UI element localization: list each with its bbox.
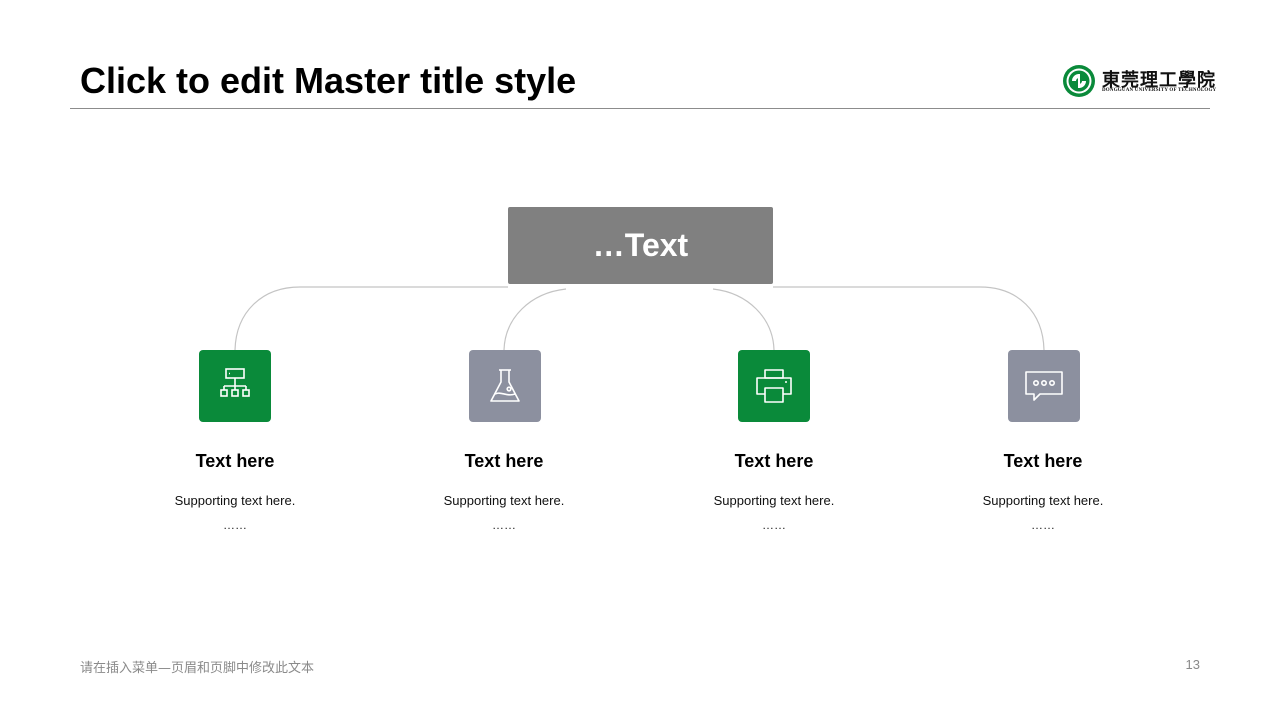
item-4-ellipsis: ……: [1031, 518, 1055, 532]
flask-icon: [490, 369, 520, 402]
connector-line-3: [712, 288, 775, 351]
item-3-ellipsis: ……: [762, 518, 786, 532]
printer-icon: [756, 369, 792, 403]
connector-line-2: [503, 288, 567, 351]
connector-lines: [234, 286, 1045, 351]
connector-line-4: [773, 286, 1045, 351]
item-1-title[interactable]: Text here: [125, 451, 345, 472]
item-1-supporting-text[interactable]: Supporting text here.: [125, 493, 345, 508]
item-3-supporting-text[interactable]: Supporting text here.: [664, 493, 884, 508]
item-4-title[interactable]: Text here: [933, 451, 1153, 472]
item-2-supporting-text[interactable]: Supporting text here.: [394, 493, 614, 508]
hierarchy-icon: [220, 368, 250, 397]
item-3-title[interactable]: Text here: [664, 451, 884, 472]
chat-bubble-icon: [1025, 371, 1063, 401]
item-2-title[interactable]: Text here: [394, 451, 614, 472]
center-topic-box[interactable]: …Text: [508, 207, 773, 284]
footer-text[interactable]: 请在插入菜单—页眉和页脚中修改此文本: [80, 657, 314, 676]
icon-tile-2[interactable]: [469, 350, 541, 422]
icon-tile-4[interactable]: [1008, 350, 1080, 422]
item-2-ellipsis: ……: [492, 518, 516, 532]
icon-tile-3[interactable]: [738, 350, 810, 422]
page-number: 13: [1185, 657, 1200, 672]
icon-tile-1[interactable]: [199, 350, 271, 422]
center-topic-label: …Text: [592, 227, 689, 263]
connector-line-1: [234, 286, 508, 351]
item-1-ellipsis: ……: [223, 518, 247, 532]
item-4-supporting-text[interactable]: Supporting text here.: [933, 493, 1153, 508]
